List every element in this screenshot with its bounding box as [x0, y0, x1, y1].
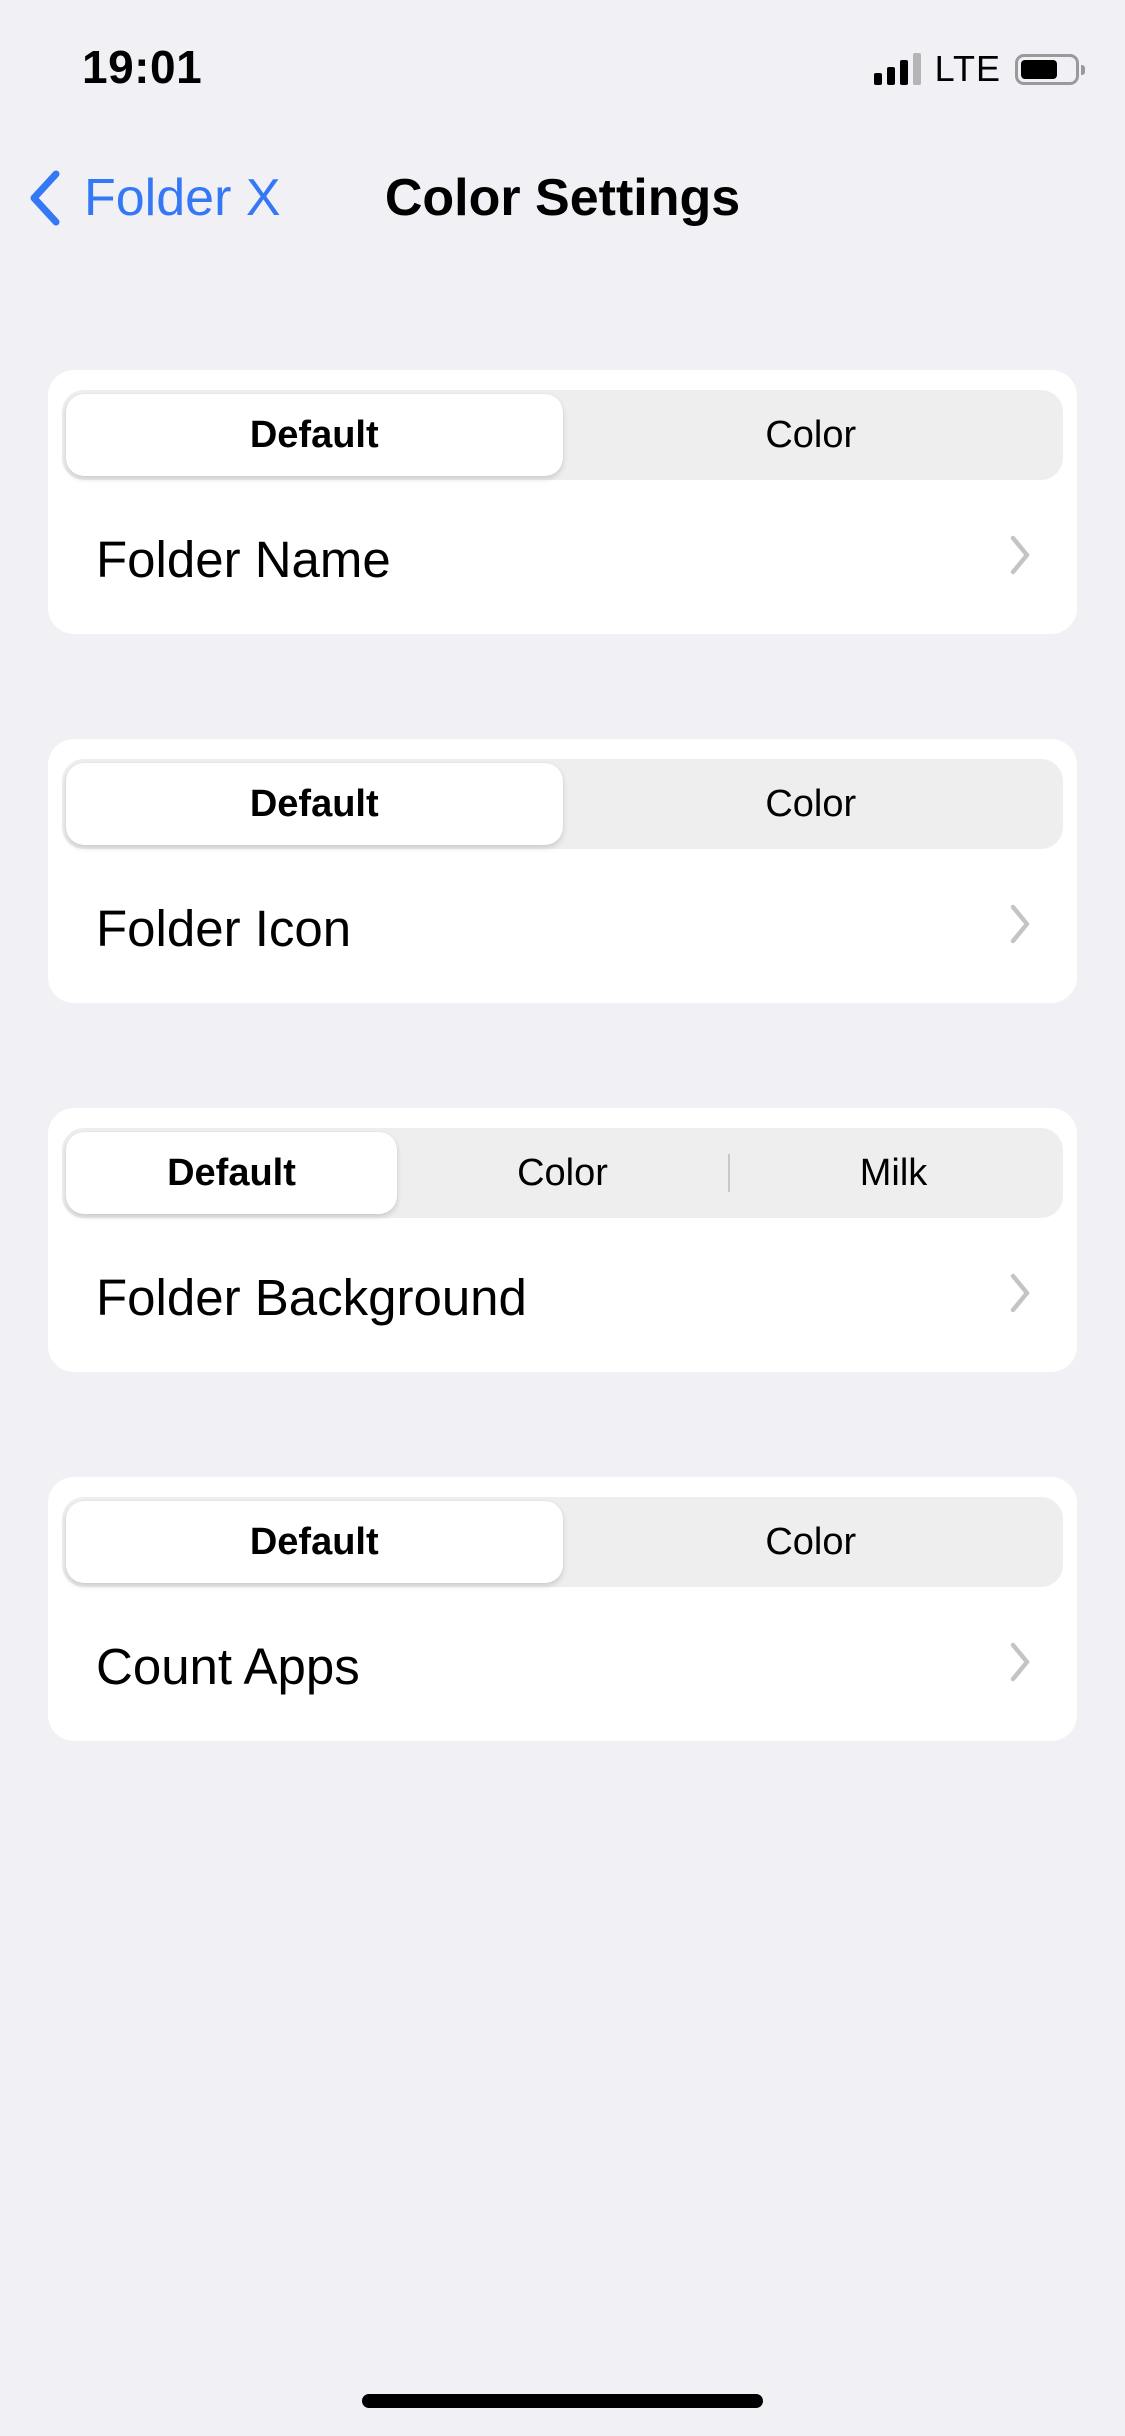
status-time: 19:01	[82, 41, 203, 93]
folder-background-card: Default Color Milk Folder Background	[48, 1108, 1077, 1372]
row-label: Folder Background	[96, 1269, 527, 1326]
folder-icon-row[interactable]: Folder Icon	[48, 851, 1077, 1003]
segment-default[interactable]: Default	[66, 1132, 397, 1214]
folder-background-row[interactable]: Folder Background	[48, 1220, 1077, 1372]
segment-milk[interactable]: Milk	[728, 1132, 1059, 1214]
folder-background-segmented-control: Default Color Milk	[62, 1128, 1063, 1218]
row-label: Folder Name	[96, 531, 391, 588]
page-title: Color Settings	[384, 169, 741, 227]
folder-icon-card: Default Color Folder Icon	[48, 739, 1077, 1003]
folder-name-card: Default Color Folder Name	[48, 370, 1077, 634]
navigation-bar: Folder X Color Settings	[0, 140, 1125, 260]
segment-color[interactable]: Color	[397, 1132, 728, 1214]
folder-name-segmented-control: Default Color	[62, 390, 1063, 480]
network-type: LTE	[934, 48, 1001, 89]
status-bar: 19:01 LTE	[0, 0, 1125, 140]
segment-color[interactable]: Color	[563, 394, 1060, 476]
count-apps-segmented-control: Default Color	[62, 1497, 1063, 1587]
chevron-right-icon	[1010, 1642, 1030, 1682]
chevron-right-icon	[1010, 1273, 1030, 1313]
chevron-right-icon	[1010, 904, 1030, 944]
count-apps-row[interactable]: Count Apps	[48, 1589, 1077, 1741]
status-indicators: LTE	[873, 48, 1085, 90]
count-apps-card: Default Color Count Apps	[48, 1477, 1077, 1741]
chevron-right-icon	[1010, 535, 1030, 575]
row-label: Folder Icon	[96, 900, 352, 957]
home-indicator[interactable]	[362, 2394, 763, 2408]
folder-name-row[interactable]: Folder Name	[48, 482, 1077, 634]
segment-default[interactable]: Default	[66, 763, 563, 845]
segment-color[interactable]: Color	[563, 1501, 1060, 1583]
segment-default[interactable]: Default	[66, 1501, 563, 1583]
folder-icon-segmented-control: Default Color	[62, 759, 1063, 849]
segment-default[interactable]: Default	[66, 394, 563, 476]
battery-icon	[1015, 53, 1085, 85]
segment-color[interactable]: Color	[563, 763, 1060, 845]
cellular-signal-icon	[873, 53, 921, 85]
row-label: Count Apps	[96, 1638, 360, 1695]
